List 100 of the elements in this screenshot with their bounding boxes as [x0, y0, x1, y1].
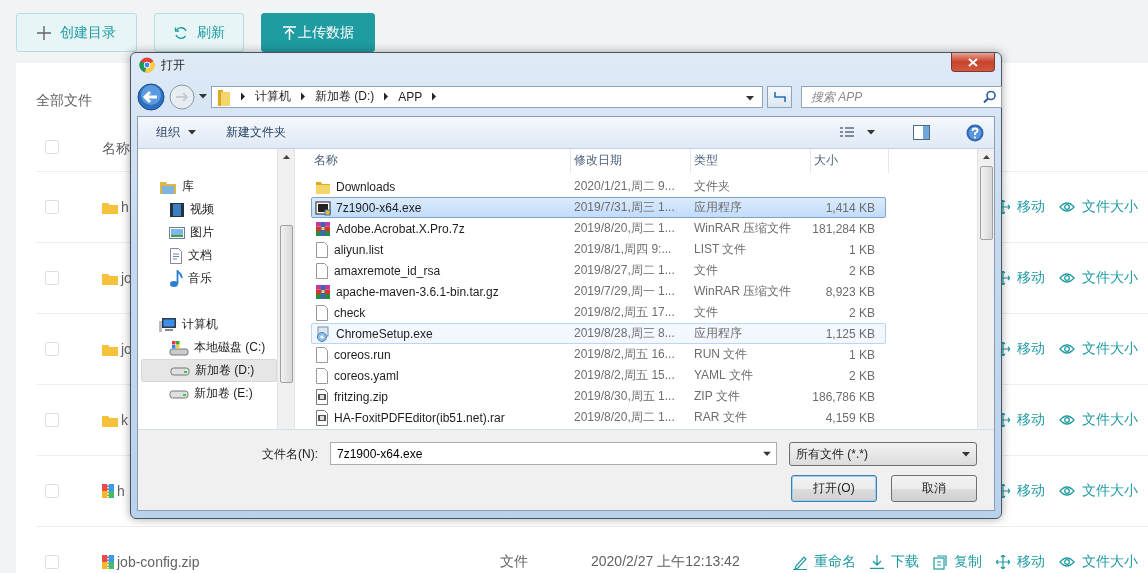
file-name[interactable]: job-config.zip	[117, 554, 200, 570]
new-folder-button[interactable]: 新建文件夹	[226, 124, 286, 141]
file-row[interactable]: aliyun.list 2019/8/1,周四 9:... LIST 文件 1 KB	[311, 239, 886, 260]
file-row[interactable]: check 2019/8/2,周五 17... 文件 2 KB	[311, 302, 886, 323]
checkbox[interactable]	[45, 555, 59, 569]
column-header[interactable]: 修改日期	[571, 149, 691, 173]
file-name[interactable]: h	[121, 199, 129, 215]
dropdown-icon[interactable]	[962, 451, 970, 457]
eye-icon[interactable]	[1059, 485, 1075, 497]
file-row[interactable]: amaxremote_id_rsa 2019/8/27,周二 1... 文件 2 KB	[311, 260, 886, 281]
nav-item[interactable]: 新加卷 (D:)	[141, 359, 277, 382]
nav-item[interactable]: 视频	[141, 198, 277, 221]
breadcrumb-arrow-icon[interactable]	[300, 92, 306, 101]
scroll-up-icon[interactable]	[282, 155, 290, 159]
eye-icon[interactable]	[1059, 556, 1075, 568]
size-link[interactable]: 文件大小	[1082, 269, 1138, 287]
move-link[interactable]: 移动	[1017, 269, 1045, 287]
scrollbar[interactable]	[277, 149, 294, 429]
file-row[interactable]: coreos.run 2019/8/2,周五 16... RUN 文件 1 KB	[311, 344, 886, 365]
nav-item[interactable]: 库	[141, 175, 277, 198]
file-size: 1,414 KB	[825, 200, 875, 215]
eye-icon[interactable]	[1059, 201, 1075, 213]
file-row[interactable]: ChromeSetup.exe 2019/8/28,周三 8... 应用程序 1,125 KB	[311, 323, 886, 344]
organize-menu[interactable]: 组织	[156, 124, 196, 141]
move-link[interactable]: 移动	[1017, 340, 1045, 358]
history-dropdown-icon[interactable]	[199, 94, 207, 99]
size-link[interactable]: 文件大小	[1082, 198, 1138, 216]
scrollbar-thumb[interactable]	[979, 166, 993, 240]
dropdown-icon[interactable]	[746, 95, 754, 101]
eye-icon[interactable]	[1059, 343, 1075, 355]
rename-link[interactable]: 重命名	[814, 553, 856, 571]
size-link[interactable]: 文件大小	[1082, 340, 1138, 358]
file-row[interactable]: HA-FoxitPDFEditor(ib51.net).rar 2019/8/20,周二 1... RAR 文件 4,159 KB	[311, 407, 886, 428]
download-link[interactable]: 下载	[891, 553, 919, 571]
scrollbar[interactable]	[977, 149, 994, 429]
nav-item[interactable]: 新加卷 (E:)	[141, 382, 277, 405]
checkbox[interactable]	[45, 200, 59, 214]
file-name[interactable]: k	[121, 412, 128, 428]
dropdown-icon[interactable]	[867, 130, 875, 135]
search-field[interactable]: 搜索 APP	[801, 85, 1002, 108]
cancel-button[interactable]: 取消	[891, 475, 977, 502]
file-date: 2019/8/1,周四 9:...	[574, 241, 673, 258]
eye-icon[interactable]	[1059, 272, 1075, 284]
size-link[interactable]: 文件大小	[1082, 482, 1138, 500]
column-header[interactable]: 类型	[691, 149, 811, 173]
file-name-field[interactable]: 7z1900-x64.exe	[330, 442, 777, 465]
preview-pane-icon[interactable]	[913, 125, 930, 140]
file-row[interactable]: fritzing.zip 2019/8/30,周五 1... ZIP 文件 186,786 KB	[311, 386, 886, 407]
move-link[interactable]: 移动	[1017, 553, 1045, 571]
download-icon[interactable]	[870, 555, 884, 569]
breadcrumb-item[interactable]: 新加卷 (D:)	[315, 88, 375, 105]
column-header[interactable]: 大小	[811, 149, 889, 173]
help-icon[interactable]	[966, 123, 984, 142]
file-type: 应用程序	[694, 199, 743, 216]
back-button-icon[interactable]	[137, 82, 165, 111]
move-link[interactable]: 移动	[1017, 198, 1045, 216]
file-row[interactable]: Downloads 2020/1/21,周二 9... 文件夹	[311, 176, 886, 197]
dropdown-icon[interactable]	[188, 130, 196, 135]
view-list-icon[interactable]	[839, 125, 855, 140]
plus-icon	[37, 25, 51, 40]
checkbox[interactable]	[45, 271, 59, 285]
file-row[interactable]: coreos.yaml 2019/8/2,周五 15... YAML 文件 2 KB	[311, 365, 886, 386]
move-icon[interactable]	[996, 555, 1010, 569]
open-button[interactable]: 打开(O)	[791, 475, 877, 502]
column-header[interactable]: 名称	[311, 149, 571, 173]
breadcrumb-arrow-icon[interactable]	[240, 92, 246, 101]
move-link[interactable]: 移动	[1017, 482, 1045, 500]
nav-item[interactable]: 计算机	[141, 313, 277, 336]
pencil-icon[interactable]	[793, 554, 807, 570]
checkbox[interactable]	[45, 484, 59, 498]
scrollbar-thumb[interactable]	[279, 225, 293, 383]
breadcrumb-item[interactable]: 计算机	[255, 88, 291, 105]
nav-item[interactable]: 音乐	[141, 267, 277, 290]
file-type-dropdown[interactable]: 所有文件 (*.*)	[789, 442, 977, 466]
eye-icon[interactable]	[1059, 414, 1075, 426]
copy-icon[interactable]	[933, 554, 947, 570]
zip-file-icon	[315, 388, 329, 405]
file-row[interactable]: Adobe.Acrobat.X.Pro.7z 2019/8/20,周二 1... WinRAR 压缩文件 181,284 KB	[311, 218, 886, 239]
checkbox[interactable]	[45, 140, 59, 154]
file-type: RUN 文件	[694, 346, 749, 363]
nav-item[interactable]: 图片	[141, 221, 277, 244]
nav-item[interactable]: 文档	[141, 244, 277, 267]
nav-item[interactable]: 本地磁盘 (C:)	[141, 336, 277, 359]
breadcrumb-item[interactable]: APP	[398, 89, 423, 104]
breadcrumb-arrow-icon[interactable]	[431, 92, 438, 101]
size-link[interactable]: 文件大小	[1082, 553, 1138, 571]
scroll-up-icon[interactable]	[982, 155, 990, 159]
checkbox[interactable]	[45, 342, 59, 356]
checkbox[interactable]	[45, 413, 59, 427]
close-button[interactable]	[951, 53, 995, 72]
file-row[interactable]: 7z1900-x64.exe 2019/7/31,周三 1... 应用程序 1,414 KB	[311, 197, 886, 218]
file-row[interactable]: apache-maven-3.6.1-bin.tar.gz 2019/7/29,周一 1... WinRAR 压缩文件 8,923 KB	[311, 281, 886, 302]
refresh-button[interactable]	[767, 85, 792, 108]
move-link[interactable]: 移动	[1017, 411, 1045, 429]
breadcrumb-arrow-icon[interactable]	[383, 92, 390, 101]
size-link[interactable]: 文件大小	[1082, 411, 1138, 429]
address-bar[interactable]: 计算机 新加卷 (D:) APP	[211, 85, 763, 108]
copy-link[interactable]: 复制	[954, 553, 982, 571]
dropdown-icon[interactable]	[763, 451, 771, 456]
file-name[interactable]: h	[117, 483, 125, 499]
